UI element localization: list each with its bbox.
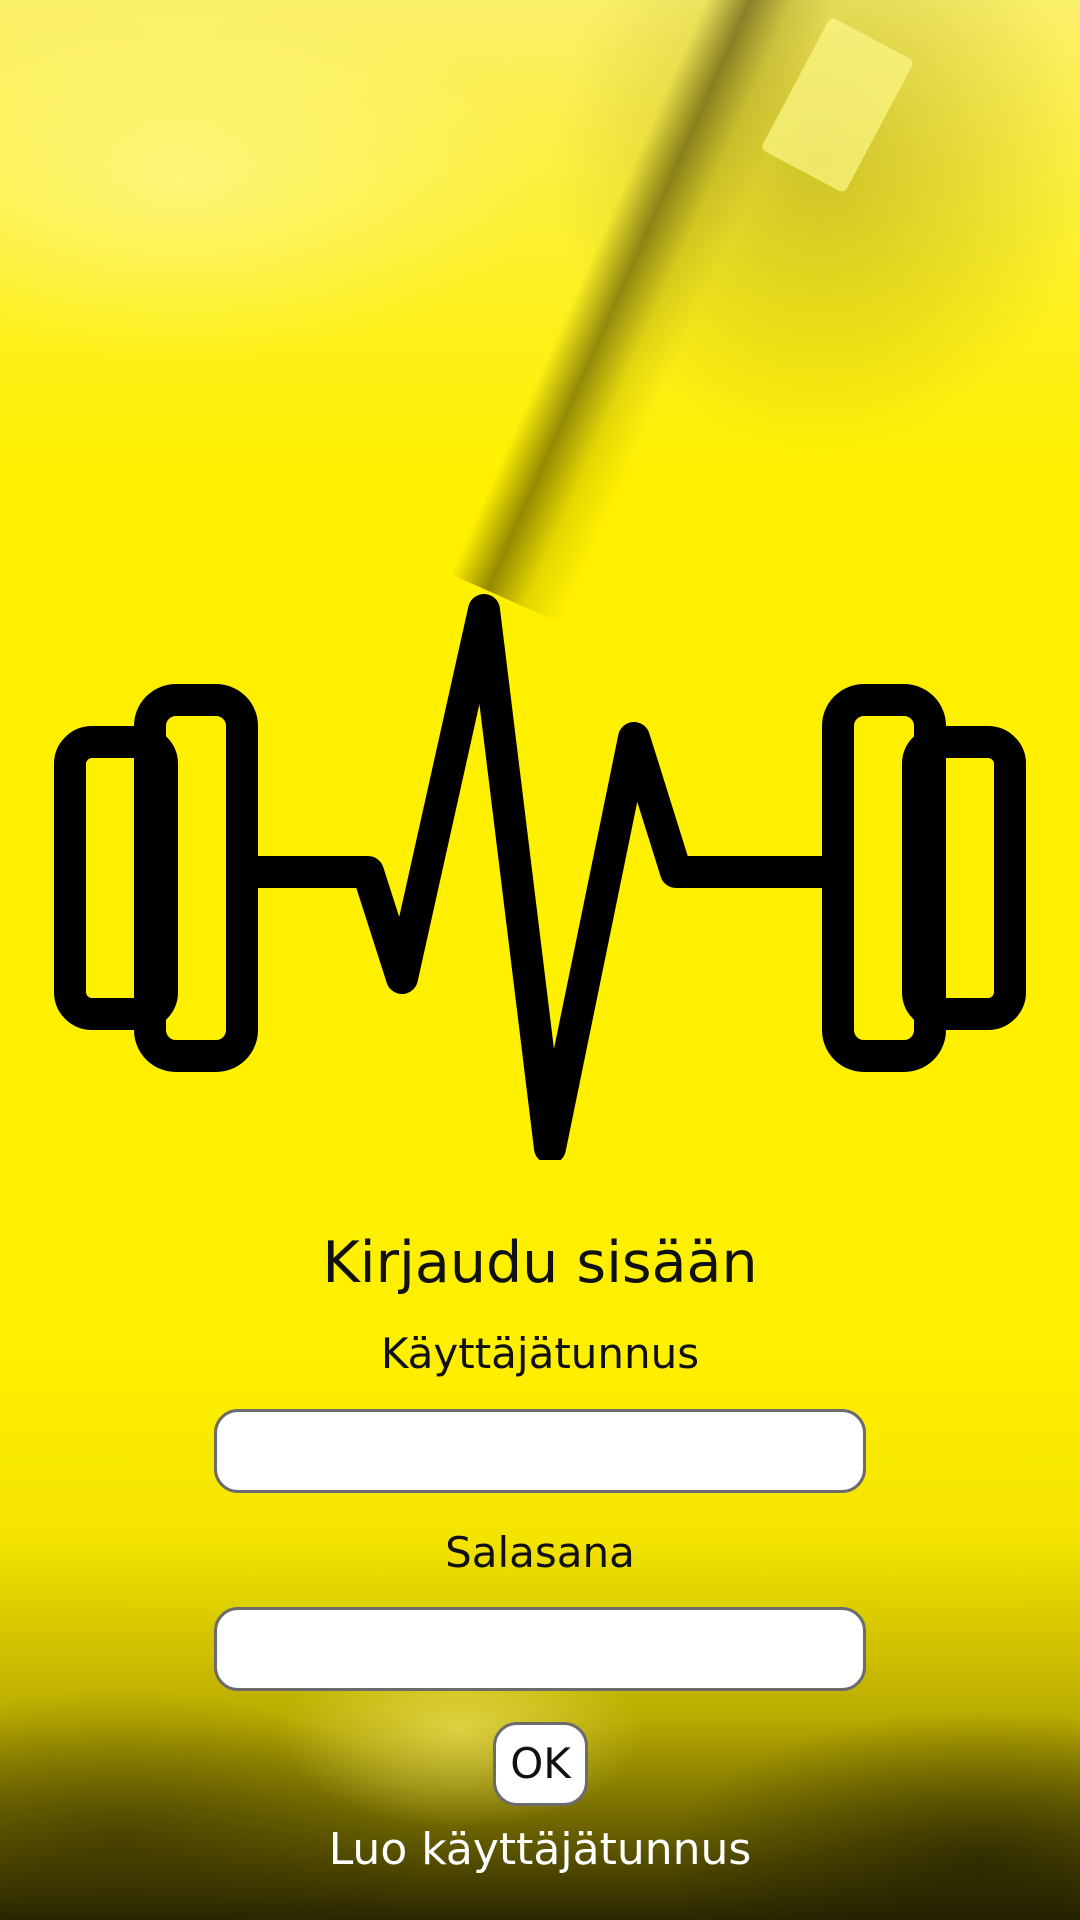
page-title: Kirjaudu sisään <box>322 1230 758 1296</box>
dumbbell-heartbeat-icon <box>54 594 1026 1160</box>
username-field[interactable] <box>214 1409 866 1493</box>
ok-button[interactable]: OK <box>493 1722 588 1806</box>
password-field[interactable] <box>214 1607 866 1691</box>
login-screen: Kirjaudu sisään Käyttäjätunnus Salasana … <box>0 0 1080 1920</box>
create-account-link[interactable]: Luo käyttäjätunnus <box>0 1820 1080 1880</box>
password-label: Salasana <box>445 1528 635 1577</box>
username-label: Käyttäjätunnus <box>380 1329 700 1378</box>
